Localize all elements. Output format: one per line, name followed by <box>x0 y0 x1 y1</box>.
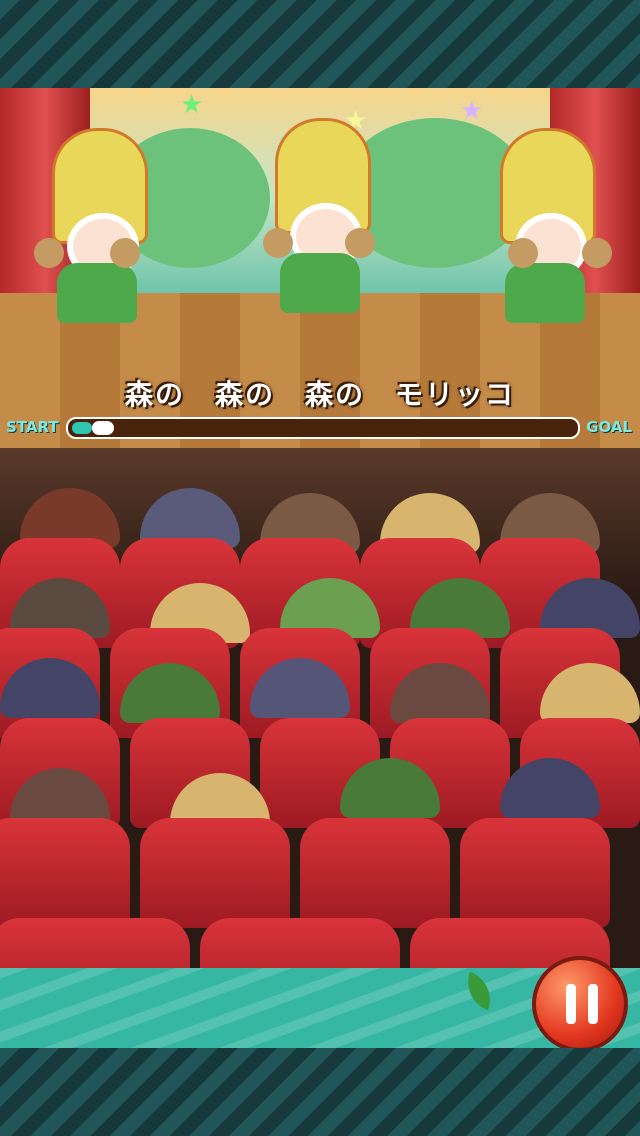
dancer-character-right <box>470 128 620 338</box>
progress-marker <box>92 421 115 435</box>
seat-row <box>0 758 640 928</box>
dancer-character-left <box>22 128 172 338</box>
audience-head <box>250 658 350 718</box>
bottom-pattern-band <box>0 1048 640 1136</box>
maraca-icon <box>345 228 375 258</box>
audience-head <box>0 658 100 718</box>
progress-start-label: START <box>6 418 59 436</box>
game-screen: ★ ★ ★ ★ 森の 森の 森の モリッコ START <box>0 0 640 1136</box>
seat-row <box>0 658 640 828</box>
audience-area <box>0 448 640 1048</box>
theater-seat <box>0 818 130 928</box>
maraca-icon <box>508 238 538 268</box>
audience-head <box>540 663 640 723</box>
star-decoration-icon: ★ <box>460 96 484 126</box>
audience-head <box>390 663 490 723</box>
top-pattern-band <box>0 0 640 88</box>
lyrics-text: 森の 森の 森の モリッコ <box>124 378 515 411</box>
maraca-icon <box>263 228 293 258</box>
pause-icon <box>566 984 598 1024</box>
progress-fill <box>72 422 93 434</box>
maraca-icon <box>582 238 612 268</box>
progress-goal-label: GOAL <box>586 418 632 436</box>
progress-track <box>66 417 580 439</box>
song-progress: START GOAL <box>0 414 640 442</box>
dancer-character-center <box>245 118 395 328</box>
dancer-body <box>57 263 137 323</box>
dancer-body <box>280 253 360 313</box>
audience-head <box>120 663 220 723</box>
pause-button[interactable] <box>532 956 628 1052</box>
star-decoration-icon: ★ <box>180 90 204 120</box>
dancer-body <box>505 263 585 323</box>
maraca-icon <box>110 238 140 268</box>
theater-seat <box>460 818 610 928</box>
maraca-icon <box>34 238 64 268</box>
theater-seat <box>140 818 290 928</box>
theater-seat <box>300 818 450 928</box>
